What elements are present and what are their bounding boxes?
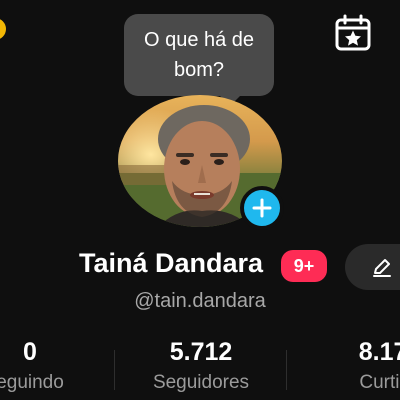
profile-name: Tainá Dandara <box>79 248 264 278</box>
stat-likes-value: 8.176 <box>358 338 400 366</box>
pencil-icon <box>373 259 391 277</box>
profile-username: @tain.dandara <box>134 290 266 312</box>
notification-dot[interactable] <box>0 18 6 40</box>
stat-followers-value: 5.712 <box>169 338 233 366</box>
stat-likes-label: Curtida <box>359 372 400 393</box>
stat-following-value: 0 <box>23 338 37 366</box>
add-story-button[interactable] <box>240 186 284 230</box>
stat-divider <box>114 350 115 390</box>
calendar-star-icon[interactable] <box>334 14 372 52</box>
profile-screen: O que há de bom? Tainá Dandara 9+ @tain.… <box>0 0 400 400</box>
tooltip-bubble[interactable]: O que há de bom? <box>124 14 274 106</box>
plus-icon <box>252 198 272 218</box>
stat-following-label: eguindo <box>0 372 64 393</box>
edit-profile-button[interactable] <box>345 244 400 290</box>
stat-followers-label: Seguidores <box>152 372 250 393</box>
tooltip-text: O que há de bom? <box>143 29 255 81</box>
stat-divider <box>286 350 287 390</box>
stat-followers[interactable]: 5.712 Seguidores <box>131 336 271 396</box>
notification-badge[interactable]: 9+ <box>281 250 327 282</box>
stat-following[interactable]: 0 eguindo <box>0 336 100 396</box>
stat-likes[interactable]: 8.176 Curtida <box>320 336 400 396</box>
